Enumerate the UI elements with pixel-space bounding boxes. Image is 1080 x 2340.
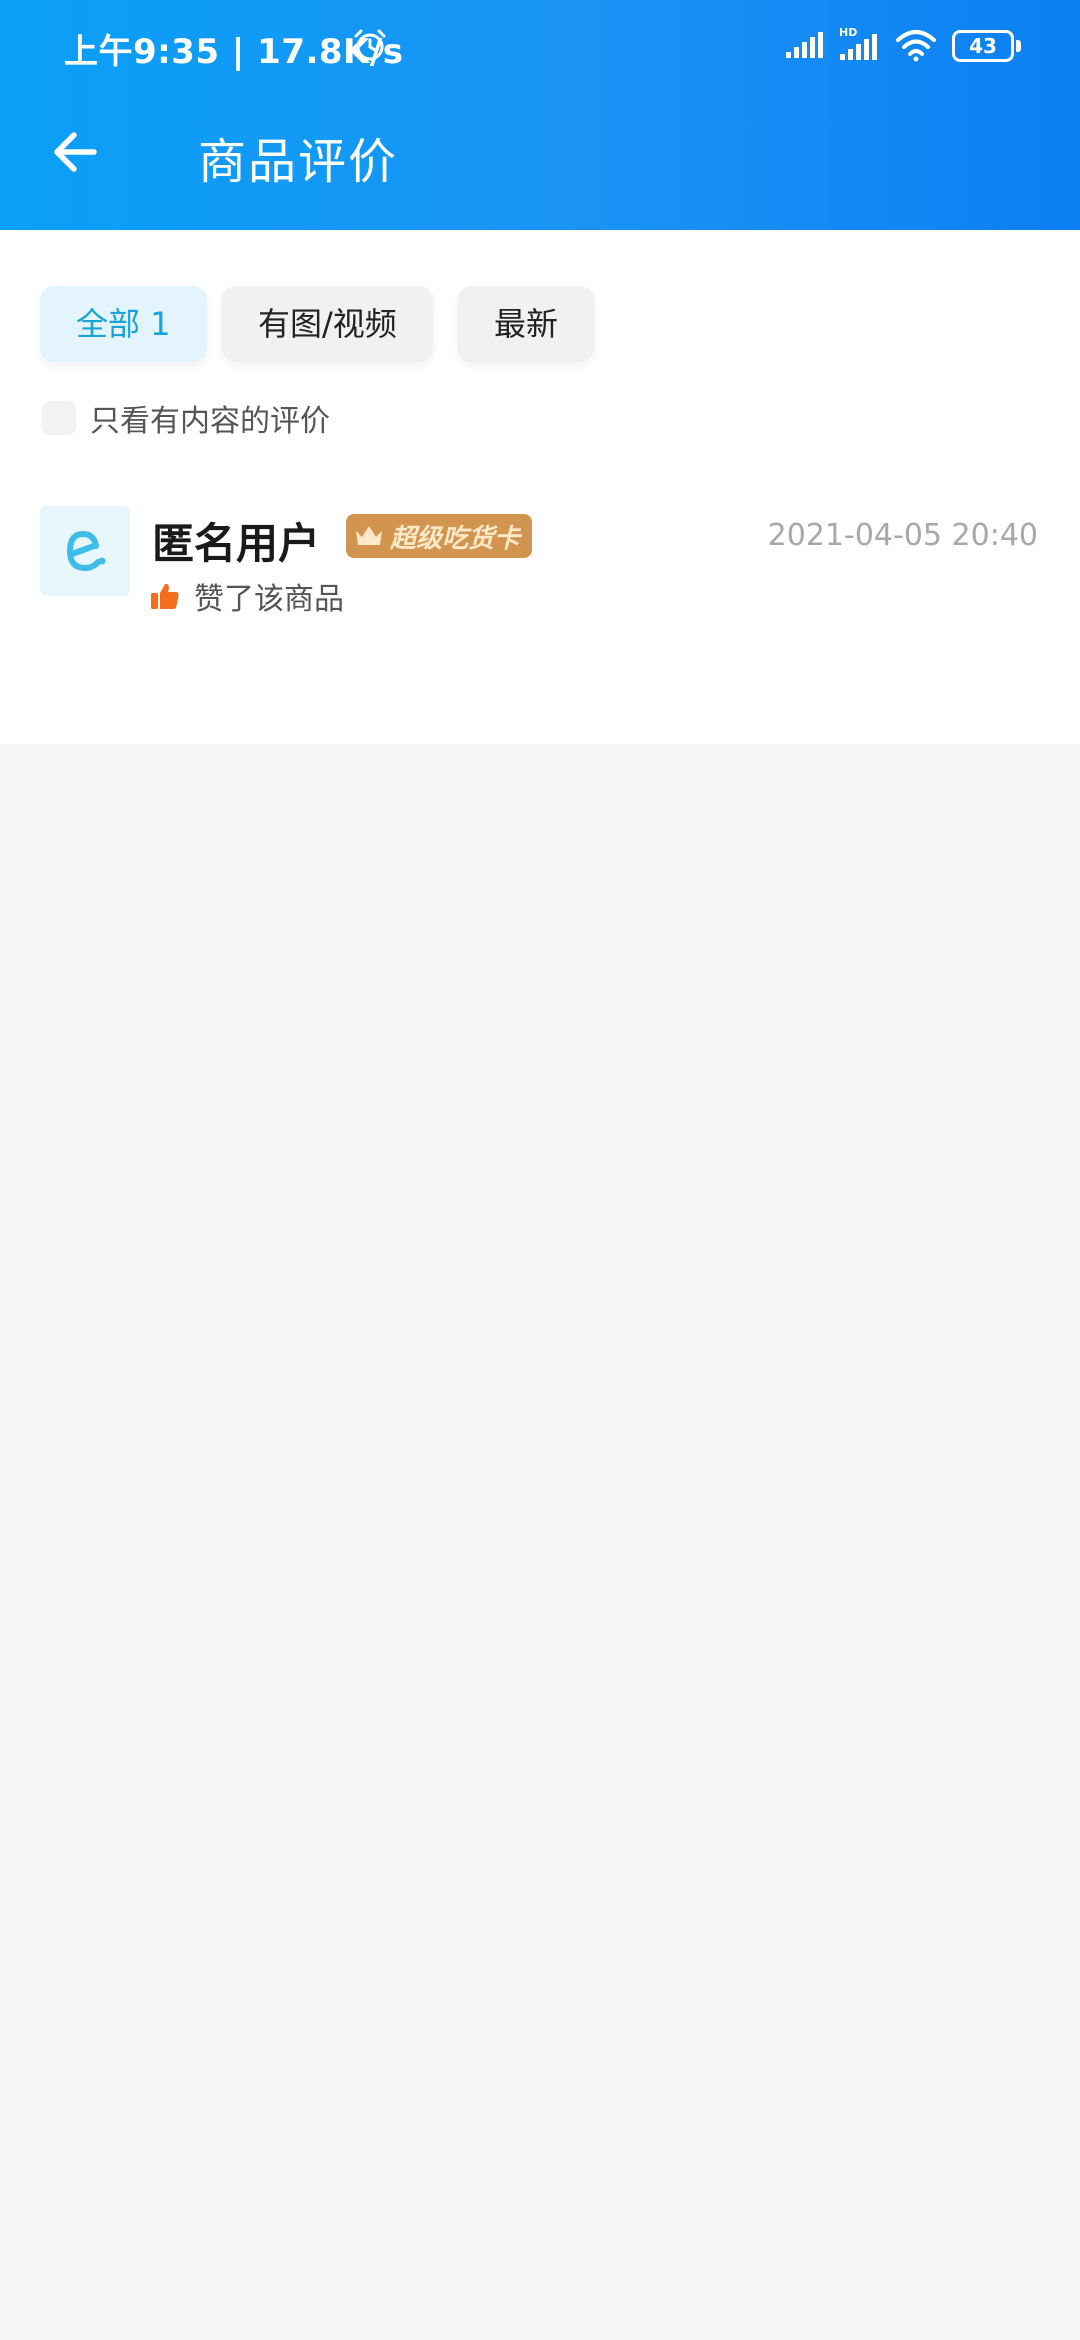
like-text: 赞了该商品 bbox=[194, 582, 344, 617]
review-username: 匿名用户 bbox=[152, 519, 321, 568]
signal-icon bbox=[786, 32, 823, 58]
tab-latest[interactable]: 最新 bbox=[458, 286, 595, 362]
back-button[interactable] bbox=[44, 116, 116, 188]
member-badge-label: 超级吃货卡 bbox=[390, 523, 521, 554]
crown-icon bbox=[356, 526, 382, 545]
alarm-icon bbox=[354, 29, 386, 61]
thumbs-up-icon bbox=[151, 583, 179, 609]
arrow-left-icon bbox=[54, 132, 97, 172]
review-timestamp: 2021-04-05 20:40 bbox=[767, 518, 1038, 553]
member-badge: 超级吃货卡 bbox=[346, 514, 533, 558]
wifi-icon bbox=[896, 30, 936, 62]
app-header: 上午9:35 | 17.8K/s HD 43 商品评价 bbox=[0, 0, 1080, 230]
content-only-filter[interactable]: 只看有内容的评价 bbox=[42, 396, 330, 440]
battery-level: 43 bbox=[969, 34, 997, 58]
signal-hd-icon: HD bbox=[839, 26, 877, 60]
empty-background bbox=[0, 744, 1080, 2340]
battery-icon: 43 bbox=[952, 30, 1021, 62]
hd-label: HD bbox=[839, 26, 857, 39]
tab-with-media[interactable]: 有图/视频 bbox=[222, 286, 433, 362]
review-like-row: 赞了该商品 bbox=[150, 574, 344, 618]
eleme-logo-icon bbox=[40, 506, 130, 596]
reviews-panel: 全部 1 有图/视频 最新 只看有内容的评价 匿名用户 超级吃货卡 2021-0… bbox=[0, 230, 1080, 744]
tab-all[interactable]: 全部 1 bbox=[40, 286, 207, 362]
avatar bbox=[40, 506, 130, 596]
filter-label: 只看有内容的评价 bbox=[90, 404, 330, 439]
page-title: 商品评价 bbox=[198, 134, 399, 190]
status-bar: 上午9:35 | 17.8K/s HD 43 bbox=[0, 0, 1080, 96]
filter-checkbox[interactable] bbox=[42, 401, 76, 435]
